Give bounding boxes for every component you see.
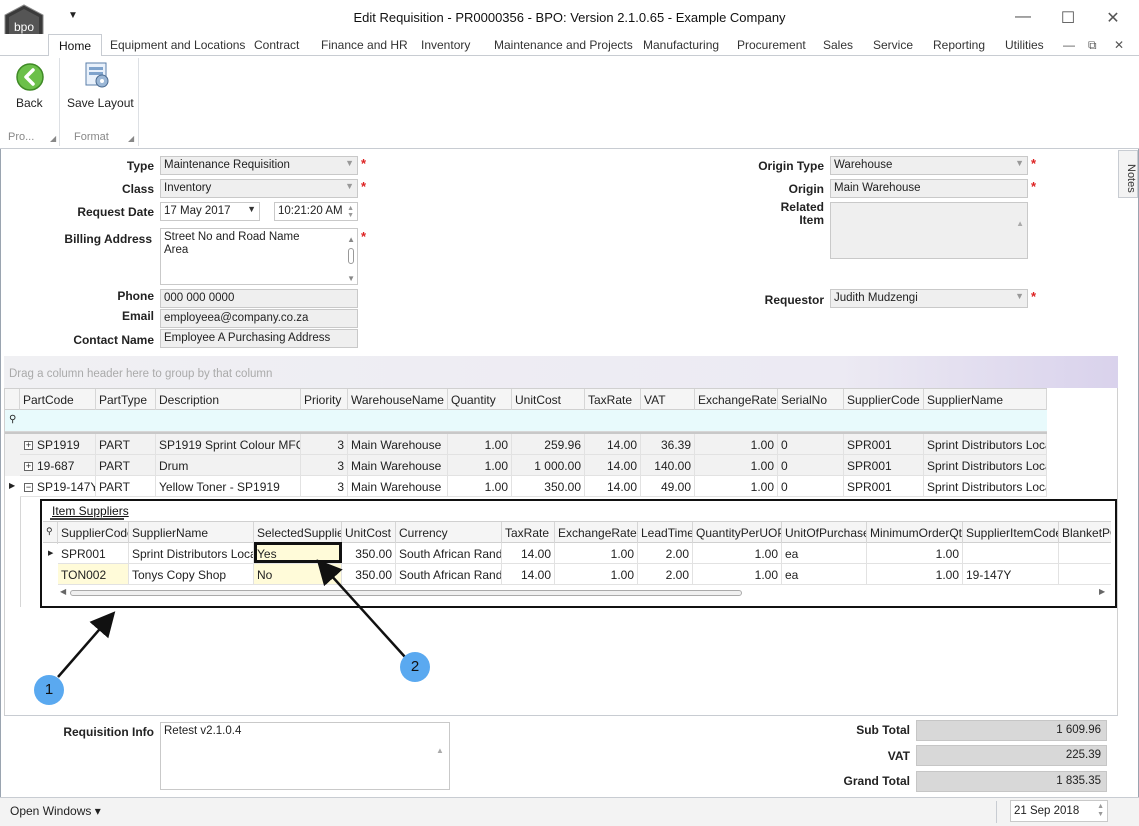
status-separator bbox=[996, 801, 997, 823]
vat-value: 225.39 bbox=[916, 745, 1107, 766]
subtotal-label: Sub Total bbox=[856, 723, 910, 737]
subtotal-value: 1 609.96 bbox=[916, 720, 1107, 741]
requisition-info-label: Requisition Info bbox=[63, 725, 154, 739]
grid-bottom-border bbox=[4, 715, 1118, 716]
callout-badge-2: 2 bbox=[400, 652, 430, 682]
vat-label: VAT bbox=[887, 749, 910, 763]
open-windows-button[interactable]: Open Windows ▾ bbox=[10, 804, 101, 818]
status-date-spinner[interactable]: 21 Sep 2018 ▲ ▼ bbox=[1010, 800, 1108, 822]
requisition-info-textarea[interactable]: Retest v2.1.0.4 bbox=[160, 722, 450, 790]
status-bar bbox=[0, 797, 1139, 826]
grand-total-label: Grand Total bbox=[843, 774, 910, 788]
callout-arrows bbox=[57, 559, 406, 678]
spin-icon: ▲ ▼ bbox=[1097, 803, 1104, 818]
grand-total-value: 1 835.35 bbox=[916, 771, 1107, 792]
callout-badge-1: 1 bbox=[34, 675, 64, 705]
